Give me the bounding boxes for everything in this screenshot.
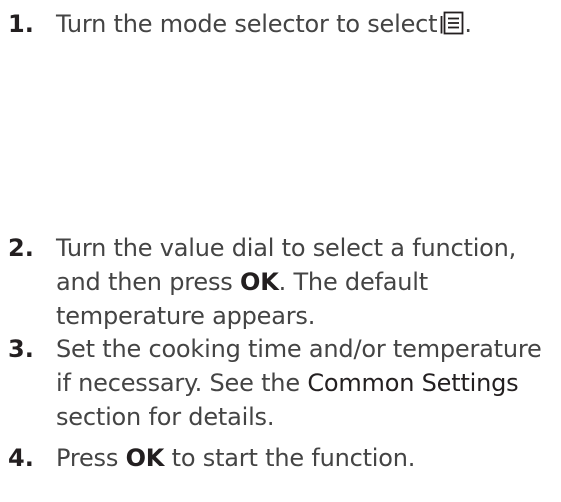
step-number: 2. [8, 234, 34, 262]
step-1: 1. Turn the mode selector to select . [8, 7, 553, 41]
step-text-after: section for details. [56, 403, 275, 431]
step-4: 4. Press OK to start the function. [8, 441, 553, 475]
common-settings-reference: Common Settings [307, 369, 519, 397]
step-text: Set the cooking time and/or temperature … [56, 332, 553, 434]
step-text: Turn the value dial to select a function… [56, 231, 553, 333]
ok-button-reference: OK [240, 268, 279, 296]
step-text: Turn the mode selector to select . [56, 7, 553, 41]
menu-list-icon [440, 11, 464, 35]
step-text-main: Turn the mode selector to select [56, 10, 438, 38]
step-text-after: to start the function. [171, 444, 416, 472]
step-number: 3. [8, 335, 34, 363]
step-text-before: Press [56, 444, 119, 472]
step-number: 4. [8, 444, 34, 472]
step-3: 3. Set the cooking time and/or temperatu… [8, 332, 553, 434]
ok-button-reference: OK [125, 444, 165, 472]
step-2: 2. Turn the value dial to select a funct… [8, 231, 553, 333]
step-text: Press OK to start the function. [56, 441, 553, 475]
step-number: 1. [8, 10, 34, 38]
step-text-end: . [464, 10, 472, 38]
